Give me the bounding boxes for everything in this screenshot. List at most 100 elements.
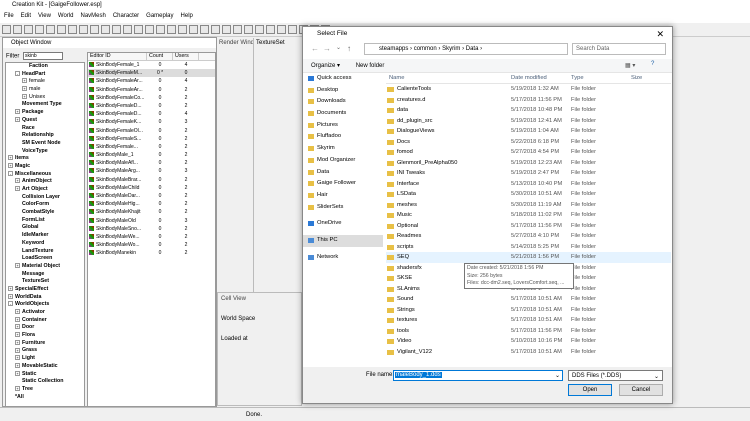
expand-icon[interactable]: +: [15, 324, 20, 330]
toolbar-button[interactable]: [277, 25, 286, 34]
toolbar-button[interactable]: [79, 25, 88, 34]
object-category-tree[interactable]: Faction - HeadPart + female + male + Unisex Movem…: [5, 62, 85, 407]
collapse-icon[interactable]: -: [8, 170, 13, 176]
menu-item[interactable]: Character: [113, 13, 139, 19]
tree-item[interactable]: Movement Type: [6, 101, 84, 109]
tree-item[interactable]: Race: [6, 125, 84, 133]
tree-item[interactable]: Message: [6, 271, 84, 279]
table-row[interactable]: SkinBodyFemaleAr... 0 2: [88, 86, 215, 94]
table-row[interactable]: SkinBodyFemaleCo... 0 2: [88, 94, 215, 102]
toolbar-button[interactable]: [134, 25, 143, 34]
nav-item[interactable]: Network: [303, 252, 383, 264]
toolbar-button[interactable]: [90, 25, 99, 34]
toolbar-button[interactable]: [112, 25, 121, 34]
menu-item[interactable]: NavMesh: [80, 13, 105, 19]
menu-item[interactable]: World: [58, 13, 74, 19]
table-row[interactable]: SkinBodyFemale_1 0 4: [88, 61, 215, 69]
table-row[interactable]: SkinBodyFemaleS... 0 2: [88, 135, 215, 143]
col-editor-id[interactable]: Editor ID: [88, 53, 147, 60]
table-row[interactable]: SkinBodyMaleKhajit 0 2: [88, 208, 215, 216]
table-row[interactable]: SkinBodyMaleArg... 0 3: [88, 167, 215, 175]
toolbar-button[interactable]: [167, 25, 176, 34]
file-row[interactable]: Strings 5/17/2018 10:51 AM File folder: [386, 305, 671, 316]
file-row[interactable]: CalienteTools 5/19/2018 1:32 AM File folde…: [386, 84, 671, 95]
expand-icon[interactable]: +: [15, 347, 20, 353]
tree-item[interactable]: IdleMarker: [6, 232, 84, 240]
tree-item[interactable]: + Door: [6, 324, 84, 332]
breadcrumb-item[interactable]: Data: [466, 46, 479, 52]
up-icon[interactable]: ↑: [347, 44, 351, 53]
table-row[interactable]: SkinBodyFemaleK... 0 3: [88, 118, 215, 126]
toolbar-button[interactable]: [156, 25, 165, 34]
filetype-select[interactable]: DDS Files (*.DDS) ⌄: [568, 370, 663, 381]
toolbar-button[interactable]: [189, 25, 198, 34]
col-users[interactable]: Users: [173, 53, 199, 60]
cancel-button[interactable]: Cancel: [619, 384, 663, 396]
view-options-icon[interactable]: ▦ ▾: [625, 62, 635, 69]
table-row[interactable]: SkinBodyFemaleOl... 0 2: [88, 127, 215, 135]
file-row[interactable]: textures 5/17/2018 10:51 AM File folder: [386, 315, 671, 326]
col-count[interactable]: Count: [147, 53, 173, 60]
file-row[interactable]: LSData 5/30/2018 10:51 AM File folder: [386, 189, 671, 200]
back-icon[interactable]: ←: [311, 44, 319, 53]
file-row[interactable]: Sound 5/17/2018 10:51 AM File folder: [386, 294, 671, 305]
recent-dropdown-icon[interactable]: ⌄: [336, 44, 341, 51]
file-row[interactable]: SEQ 5/21/2018 1:56 PM File folder: [386, 252, 671, 263]
close-icon[interactable]: ✕: [656, 29, 664, 40]
nav-item[interactable]: SliderSets: [303, 202, 383, 214]
nav-item[interactable]: Hair: [303, 190, 383, 202]
address-bar[interactable]: steamapps › common › Skyrim › Data ›: [364, 43, 568, 55]
file-row[interactable]: Video 5/10/2018 10:16 PM File folder: [386, 336, 671, 347]
table-row[interactable]: SkinBodyFemale... 0 2: [88, 143, 215, 151]
table-row[interactable]: SkinBodyMaleBrar... 0 2: [88, 176, 215, 184]
expand-icon[interactable]: +: [8, 163, 13, 169]
expand-icon[interactable]: +: [15, 262, 20, 268]
file-row[interactable]: creatures.d 5/17/2018 11:56 PM File folder: [386, 95, 671, 106]
table-row[interactable]: SkinBodyMaleAfl... 0 2: [88, 159, 215, 167]
tree-item[interactable]: + Furniture: [6, 340, 84, 348]
file-row[interactable]: data 5/17/2018 10:48 PM File folder: [386, 105, 671, 116]
file-row[interactable]: Music 5/18/2018 11:02 PM File folder: [386, 210, 671, 221]
table-row[interactable]: SkinBodyMaleDar... 0 2: [88, 192, 215, 200]
menu-item[interactable]: Gameplay: [146, 13, 173, 19]
menu-item[interactable]: View: [38, 13, 51, 19]
toolbar-button[interactable]: [57, 25, 66, 34]
tree-item[interactable]: + Package: [6, 109, 84, 117]
tree-item[interactable]: Collision Layer: [6, 194, 84, 202]
tree-item[interactable]: Static Collection: [6, 378, 84, 386]
tree-item[interactable]: + AnimObject: [6, 178, 84, 186]
tree-item[interactable]: Faction: [6, 63, 84, 71]
tree-item[interactable]: + male: [6, 86, 84, 94]
file-row[interactable]: Optional 5/17/2018 11:56 PM File folder: [386, 221, 671, 232]
expand-icon[interactable]: +: [22, 86, 27, 92]
file-row[interactable]: Interface 5/13/2018 10:40 PM File folder: [386, 179, 671, 190]
filename-dropdown-icon[interactable]: ⌄: [555, 372, 560, 379]
nav-item[interactable]: Quick access: [303, 73, 383, 85]
tree-item[interactable]: - HeadPart: [6, 71, 84, 79]
new-folder-button[interactable]: New folder: [356, 63, 385, 69]
tree-item[interactable]: *All: [6, 394, 84, 402]
expand-icon[interactable]: +: [8, 155, 13, 161]
table-row[interactable]: SkinBodyFemaleAr... 0 4: [88, 77, 215, 85]
tree-item[interactable]: + SpecialEffect: [6, 286, 84, 294]
file-row[interactable]: INI Tweaks 5/19/2018 2:47 PM File folder: [386, 168, 671, 179]
nav-item[interactable]: Downloads: [303, 96, 383, 108]
file-row[interactable]: scripts 5/14/2018 5:25 PM File folder: [386, 242, 671, 253]
file-row[interactable]: Readmes 5/27/2018 4:10 PM File folder: [386, 231, 671, 242]
tree-item[interactable]: Global: [6, 224, 84, 232]
expand-icon[interactable]: +: [8, 286, 13, 292]
col-type[interactable]: Type: [571, 75, 631, 81]
file-row[interactable]: Docs 5/22/2018 6:18 PM File folder: [386, 137, 671, 148]
filter-input[interactable]: skinb: [23, 52, 64, 60]
organize-button[interactable]: Organize ▾: [311, 63, 340, 69]
file-row[interactable]: dd_plugin_src 5/19/2018 12:41 AM File fold…: [386, 116, 671, 127]
table-row[interactable]: SkinBodyFemaleM... 0 * 0: [88, 69, 215, 78]
menu-item[interactable]: Help: [181, 13, 193, 19]
menu-item[interactable]: Edit: [21, 13, 31, 19]
toolbar-button[interactable]: [178, 25, 187, 34]
breadcrumb-item[interactable]: Skyrim: [442, 46, 460, 52]
forward-icon[interactable]: →: [323, 44, 331, 53]
toolbar-button[interactable]: [222, 25, 231, 34]
expand-icon[interactable]: +: [15, 186, 20, 192]
file-row[interactable]: tools 5/17/2018 11:56 PM File folder: [386, 326, 671, 337]
